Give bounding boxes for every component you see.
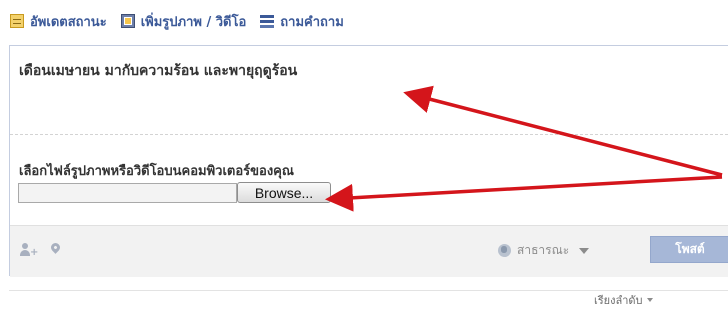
tab-ask-question[interactable]: ถามคำถาม <box>260 11 344 32</box>
globe-icon <box>498 244 511 257</box>
sort-label: เรียงลำดับ <box>594 294 643 307</box>
composer-box: เดือนเมษายน มากับความร้อน และพายุฤดูร้อน… <box>9 45 728 277</box>
chevron-down-icon <box>579 247 590 254</box>
tab-update-status[interactable]: อัพเดตสถานะ <box>10 11 107 32</box>
tab-ask-question-label: ถามคำถาม <box>280 14 344 30</box>
file-path-input[interactable] <box>18 183 237 203</box>
chevron-down-icon <box>646 298 653 302</box>
tab-add-photo-video-label: เพิ่มรูปภาพ / วิดีโอ <box>140 14 247 30</box>
tab-update-status-label: อัพเดตสถานะ <box>30 14 107 30</box>
location-icon[interactable] <box>48 241 64 258</box>
composer-tabs: อัพเดตสถานะ เพิ่มรูปภาพ / วิดีโอ ถามคำถา… <box>10 10 344 32</box>
question-icon <box>260 14 275 28</box>
composer-toolbar: + สาธารณะ โพสต์ <box>10 225 728 277</box>
sort-dropdown[interactable]: เรียงลำดับ <box>594 291 653 309</box>
status-textarea[interactable]: เดือนเมษายน มากับความร้อน และพายุฤดูร้อน <box>19 60 297 82</box>
file-upload-label: เลือกไฟล์รูปภาพหรือวิดีโอบนคอมพิวเตอร์ขอ… <box>19 164 294 179</box>
audience-selector[interactable]: สาธารณะ <box>498 241 590 260</box>
status-icon <box>10 14 24 28</box>
divider <box>10 134 728 135</box>
audience-label: สาธารณะ <box>517 243 570 257</box>
browse-button[interactable]: Browse... <box>237 182 331 203</box>
tab-add-photo-video[interactable]: เพิ่มรูปภาพ / วิดีโอ <box>120 11 247 32</box>
tag-people-icon[interactable]: + <box>20 242 38 258</box>
photo-icon <box>120 14 135 28</box>
post-button[interactable]: โพสต์ <box>650 236 728 263</box>
